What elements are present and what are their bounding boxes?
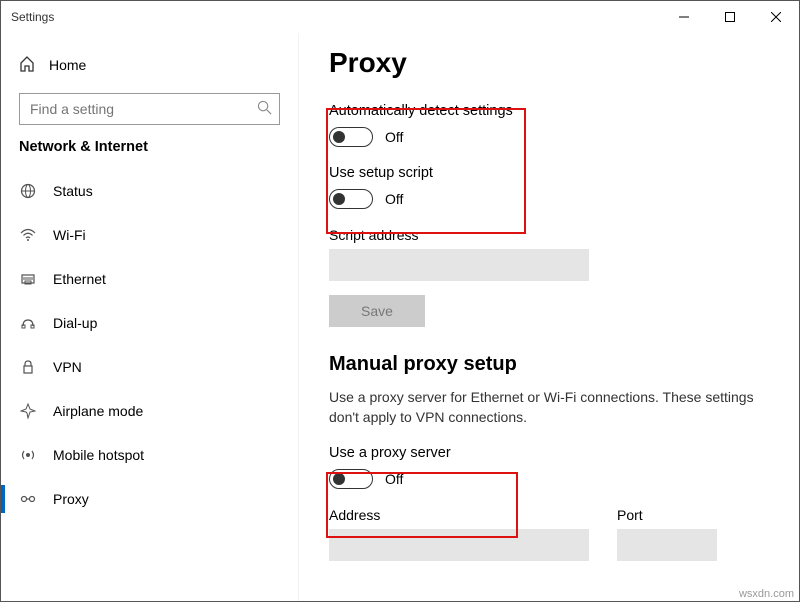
search-icon [257,100,272,118]
watermark: wsxdn.com [739,588,794,600]
section-title: Network & Internet [1,135,298,169]
auto-detect-state: Off [385,129,403,145]
sidebar-item-label: Airplane mode [53,403,143,419]
address-label: Address [329,507,589,523]
proxy-icon [19,491,37,507]
vpn-icon [19,359,37,375]
search-input[interactable] [19,93,280,125]
sidebar-item-label: Status [53,183,93,199]
dialup-icon [19,315,37,331]
sidebar: Home Network & Internet Status Wi-Fi [1,33,299,601]
use-script-label: Use setup script [329,165,769,181]
home-link[interactable]: Home [1,45,298,85]
sidebar-item-airplane[interactable]: Airplane mode [1,389,298,433]
auto-detect-label: Automatically detect settings [329,103,769,119]
use-proxy-label: Use a proxy server [329,445,769,461]
sidebar-item-ethernet[interactable]: Ethernet [1,257,298,301]
hotspot-icon [19,447,37,463]
sidebar-item-dialup[interactable]: Dial-up [1,301,298,345]
minimize-button[interactable] [661,1,707,33]
sidebar-item-status[interactable]: Status [1,169,298,213]
port-label: Port [617,507,717,523]
titlebar: Settings [1,1,799,33]
window-body: Home Network & Internet Status Wi-Fi [1,33,799,601]
sidebar-item-proxy[interactable]: Proxy [1,477,298,521]
sidebar-item-hotspot[interactable]: Mobile hotspot [1,433,298,477]
sidebar-item-label: Wi-Fi [53,227,86,243]
use-script-toggle[interactable] [329,189,373,209]
search-container [19,93,280,125]
sidebar-item-label: Dial-up [53,315,97,331]
page-title: Proxy [329,47,769,79]
window-controls [661,1,799,33]
script-address-label: Script address [329,227,769,243]
ethernet-icon [19,271,37,287]
use-script-state: Off [385,191,403,207]
sidebar-item-wifi[interactable]: Wi-Fi [1,213,298,257]
home-label: Home [49,57,86,73]
sidebar-item-vpn[interactable]: VPN [1,345,298,389]
globe-icon [19,183,37,199]
use-proxy-toggle[interactable] [329,469,373,489]
port-input [617,529,717,561]
sidebar-item-label: Ethernet [53,271,106,287]
auto-detect-toggle[interactable] [329,127,373,147]
sidebar-item-label: Mobile hotspot [53,447,144,463]
save-button: Save [329,295,425,327]
content-pane: Proxy Automatically detect settings Off … [299,33,799,601]
manual-heading: Manual proxy setup [329,353,769,376]
sidebar-item-label: VPN [53,359,82,375]
manual-description: Use a proxy server for Ethernet or Wi-Fi… [329,388,759,427]
settings-window: Settings Home [0,0,800,602]
window-title: Settings [11,10,54,24]
wifi-icon [19,227,37,243]
home-icon [19,56,35,75]
use-proxy-state: Off [385,471,403,487]
sidebar-item-label: Proxy [53,491,89,507]
address-input [329,529,589,561]
airplane-icon [19,403,37,419]
close-button[interactable] [753,1,799,33]
script-address-input [329,249,589,281]
maximize-button[interactable] [707,1,753,33]
